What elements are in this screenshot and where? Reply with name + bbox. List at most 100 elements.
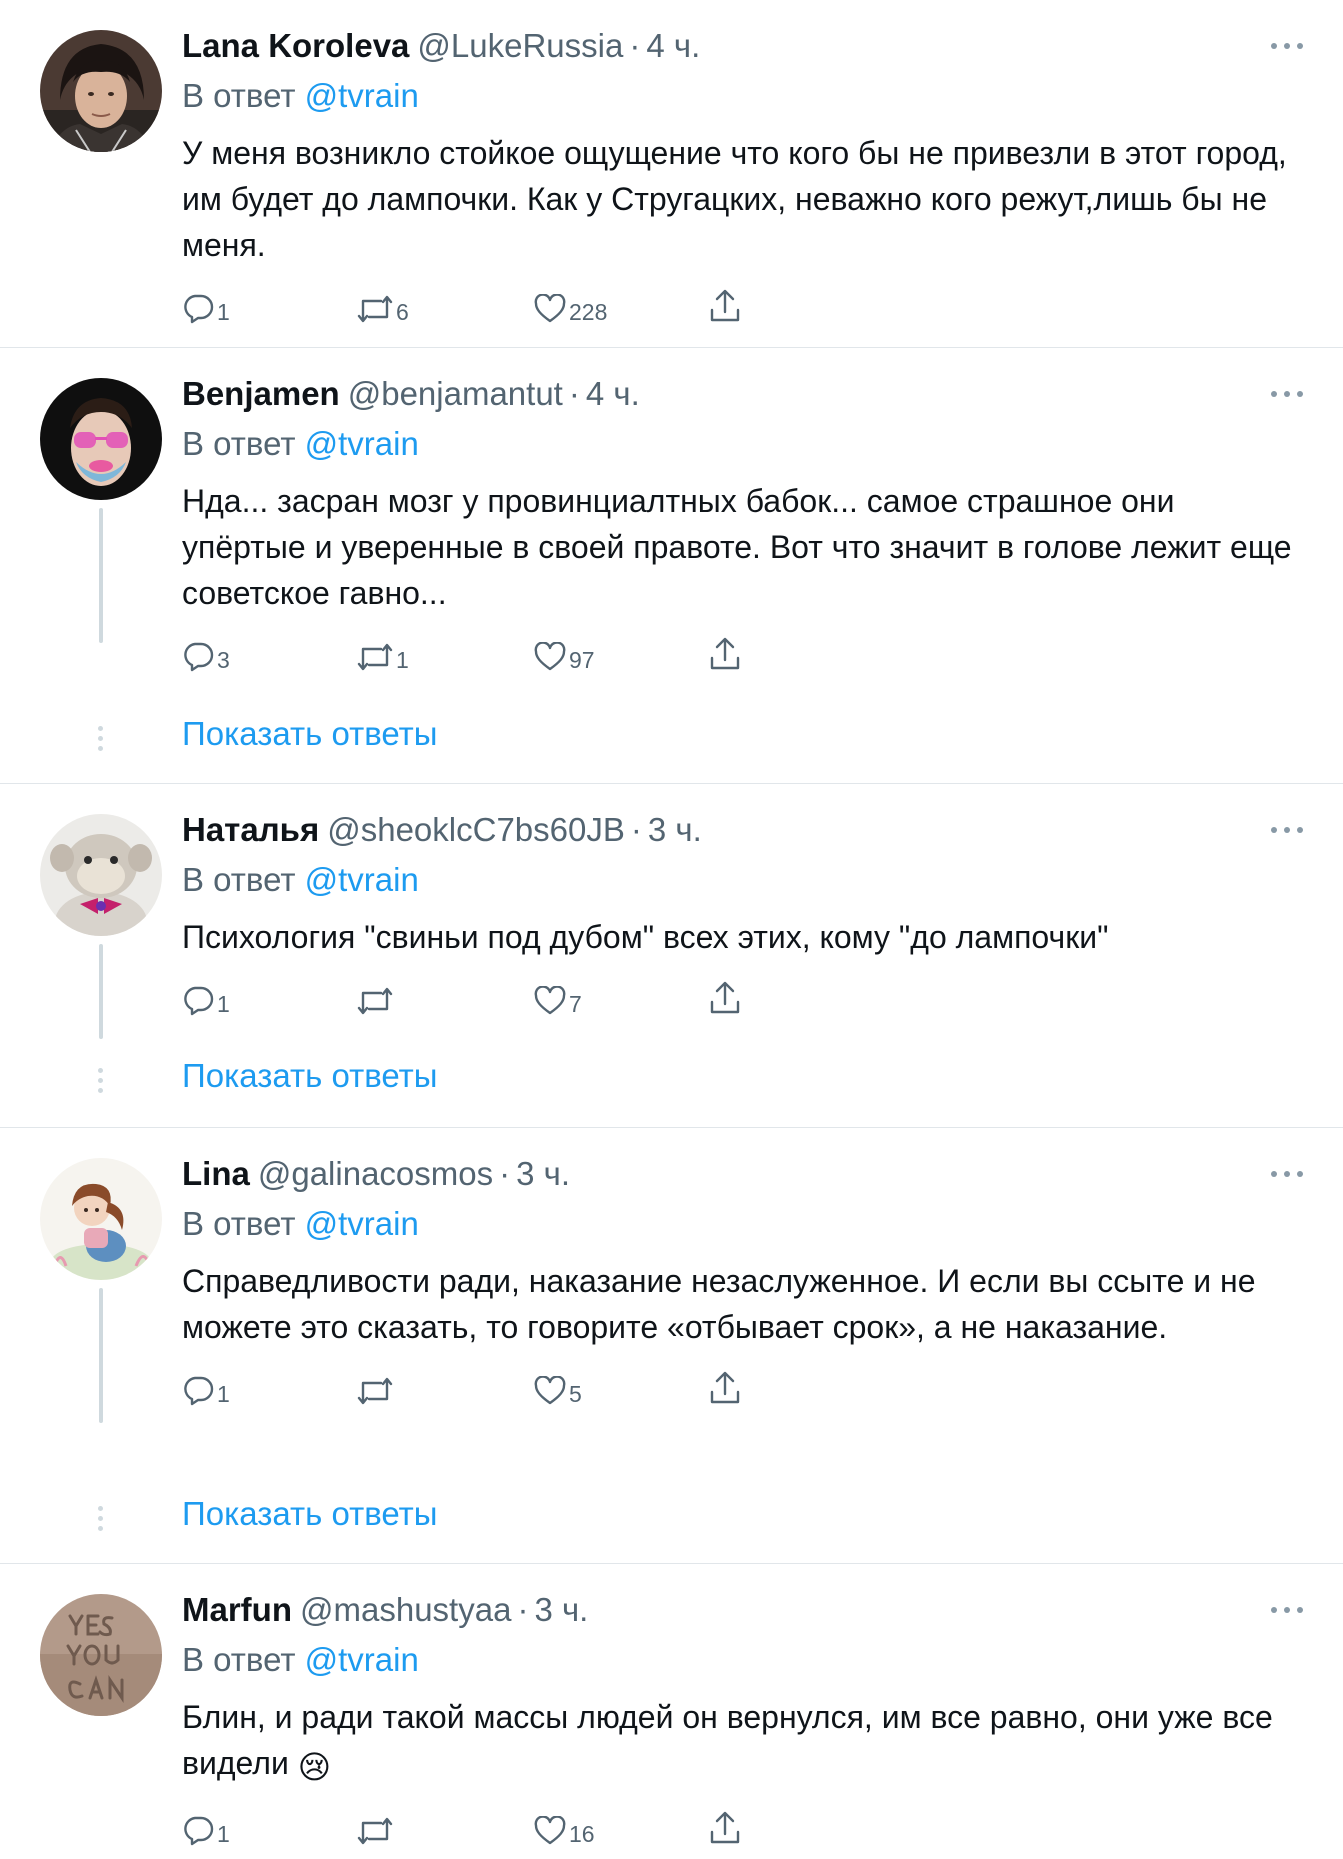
avatar[interactable] <box>40 1158 162 1280</box>
tweet-actions: 1 7 <box>182 976 1303 1024</box>
timestamp[interactable]: 4 ч. <box>586 374 640 414</box>
share-button[interactable] <box>708 284 742 324</box>
retweet-button[interactable]: 6 <box>357 284 409 324</box>
more-options-icon[interactable] <box>1271 1164 1303 1184</box>
tweet-text: Справедливости ради, наказание незаслуже… <box>182 1263 1256 1345</box>
separator: · <box>568 375 580 412</box>
retweet-button[interactable] <box>357 976 396 1016</box>
retweet-icon <box>357 295 393 323</box>
tweet-content: Benjamen @benjamantut · 4 ч. В ответ @tv… <box>182 374 1303 680</box>
more-options-icon[interactable] <box>1271 36 1303 56</box>
retweet-button[interactable]: 1 <box>357 632 409 672</box>
display-name[interactable]: Наталья <box>182 810 319 850</box>
tweet-header: Lina @galinacosmos · 3 ч. <box>182 1154 1303 1194</box>
retweet-count: 1 <box>396 647 409 673</box>
reply-button[interactable]: 1 <box>182 284 230 324</box>
timestamp[interactable]: 3 ч. <box>534 1590 588 1630</box>
tweet-content: Lina @galinacosmos · 3 ч. В ответ @tvrai… <box>182 1154 1303 1414</box>
tweet-header: Marfun @mashustyaa · 3 ч. <box>182 1590 1303 1630</box>
like-button[interactable]: 5 <box>534 1366 582 1406</box>
like-button[interactable]: 97 <box>534 632 595 672</box>
tweet-text: Нда... засран мозг у провинциалтных бабо… <box>182 483 1292 611</box>
share-icon <box>710 1371 740 1404</box>
user-handle[interactable]: @sheoklcC7bs60JB <box>327 810 625 850</box>
more-options-icon[interactable] <box>1271 1600 1303 1620</box>
user-handle[interactable]: @galinacosmos <box>258 1154 493 1194</box>
tweet[interactable]: Наталья @sheoklcC7bs60JB · 3 ч. В ответ … <box>0 784 1343 1128</box>
display-name[interactable]: Lana Koroleva <box>182 26 409 66</box>
user-handle[interactable]: @mashustyaa <box>300 1590 511 1630</box>
tweet[interactable]: Marfun @mashustyaa · 3 ч. В ответ @tvrai… <box>0 1564 1343 1859</box>
reply-to-link[interactable]: @tvrain <box>305 861 419 898</box>
display-name[interactable]: Marfun <box>182 1590 292 1630</box>
share-button[interactable] <box>708 632 742 672</box>
user-handle[interactable]: @LukeRussia <box>417 26 623 66</box>
avatar[interactable] <box>40 814 162 936</box>
reply-to-link[interactable]: @tvrain <box>305 77 419 114</box>
reply-count: 3 <box>217 647 230 673</box>
show-replies-link[interactable]: Показать ответы <box>182 714 437 754</box>
retweet-icon <box>357 1817 393 1845</box>
heart-icon <box>534 1816 566 1845</box>
tweet-text: Блин, и ради такой массы людей он вернул… <box>182 1699 1273 1781</box>
separator: · <box>499 1155 511 1192</box>
like-button[interactable]: 7 <box>534 976 582 1016</box>
tweet-text: Психология "свиньи под дубом" всех этих,… <box>182 919 1109 955</box>
like-count: 97 <box>569 647 595 673</box>
retweet-button[interactable] <box>357 1806 396 1846</box>
retweet-icon <box>357 1377 393 1405</box>
reply-to-link[interactable]: @tvrain <box>305 1205 419 1242</box>
reply-count: 1 <box>217 991 230 1017</box>
reply-button[interactable]: 3 <box>182 632 230 672</box>
timestamp[interactable]: 4 ч. <box>646 26 700 66</box>
separator: · <box>630 811 642 848</box>
more-options-icon[interactable] <box>1271 820 1303 840</box>
separator: · <box>517 1591 529 1628</box>
reply-to-link[interactable]: @tvrain <box>305 425 419 462</box>
reply-prefix: В ответ <box>182 1641 296 1678</box>
retweet-button[interactable] <box>357 1366 396 1406</box>
tweet-content: Lana Koroleva @LukeRussia · 4 ч. В ответ… <box>182 26 1303 332</box>
reply-button[interactable]: 1 <box>182 976 230 1016</box>
reply-button[interactable]: 1 <box>182 1366 230 1406</box>
crying-face-emoji: 😢 <box>297 1749 332 1785</box>
reply-button[interactable]: 1 <box>182 1806 230 1846</box>
share-icon <box>710 1811 740 1844</box>
avatar[interactable] <box>40 30 162 152</box>
avatar[interactable] <box>40 378 162 500</box>
thread-dots <box>98 1068 104 1093</box>
tweet[interactable]: Lana Koroleva @LukeRussia · 4 ч. В ответ… <box>0 0 1343 348</box>
share-button[interactable] <box>708 1366 742 1406</box>
heart-icon <box>534 294 566 323</box>
tweet-actions: 1 6 228 <box>182 284 1303 332</box>
display-name[interactable]: Benjamen <box>182 374 340 414</box>
timestamp[interactable]: 3 ч. <box>516 1154 570 1194</box>
heart-icon <box>534 642 566 671</box>
display-name[interactable]: Lina <box>182 1154 250 1194</box>
tweet[interactable]: Lina @galinacosmos · 3 ч. В ответ @tvrai… <box>0 1128 1343 1564</box>
tweet-actions: 1 5 <box>182 1366 1303 1414</box>
share-icon <box>710 289 740 322</box>
tweet[interactable]: Benjamen @benjamantut · 4 ч. В ответ @tv… <box>0 348 1343 784</box>
tweet-actions: 1 16 <box>182 1806 1303 1854</box>
retweet-count: 6 <box>396 299 409 325</box>
like-button[interactable]: 228 <box>534 284 607 324</box>
share-button[interactable] <box>708 1806 742 1846</box>
heart-icon <box>534 986 566 1015</box>
show-replies-link[interactable]: Показать ответы <box>182 1494 437 1534</box>
more-options-icon[interactable] <box>1271 384 1303 404</box>
tweet-text: У меня возникло стойкое ощущение что ког… <box>182 135 1287 263</box>
timestamp[interactable]: 3 ч. <box>648 810 702 850</box>
reply-context: В ответ @tvrain <box>182 860 1303 900</box>
thread-dots <box>98 726 104 751</box>
user-handle[interactable]: @benjamantut <box>348 374 563 414</box>
reply-count: 1 <box>217 1381 230 1407</box>
show-replies-link[interactable]: Показать ответы <box>182 1056 437 1096</box>
reply-count: 1 <box>217 299 230 325</box>
thread-line <box>99 944 103 1039</box>
reply-to-link[interactable]: @tvrain <box>305 1641 419 1678</box>
share-button[interactable] <box>708 976 742 1016</box>
like-count: 228 <box>569 299 608 325</box>
like-button[interactable]: 16 <box>534 1806 595 1846</box>
avatar[interactable] <box>40 1594 162 1716</box>
